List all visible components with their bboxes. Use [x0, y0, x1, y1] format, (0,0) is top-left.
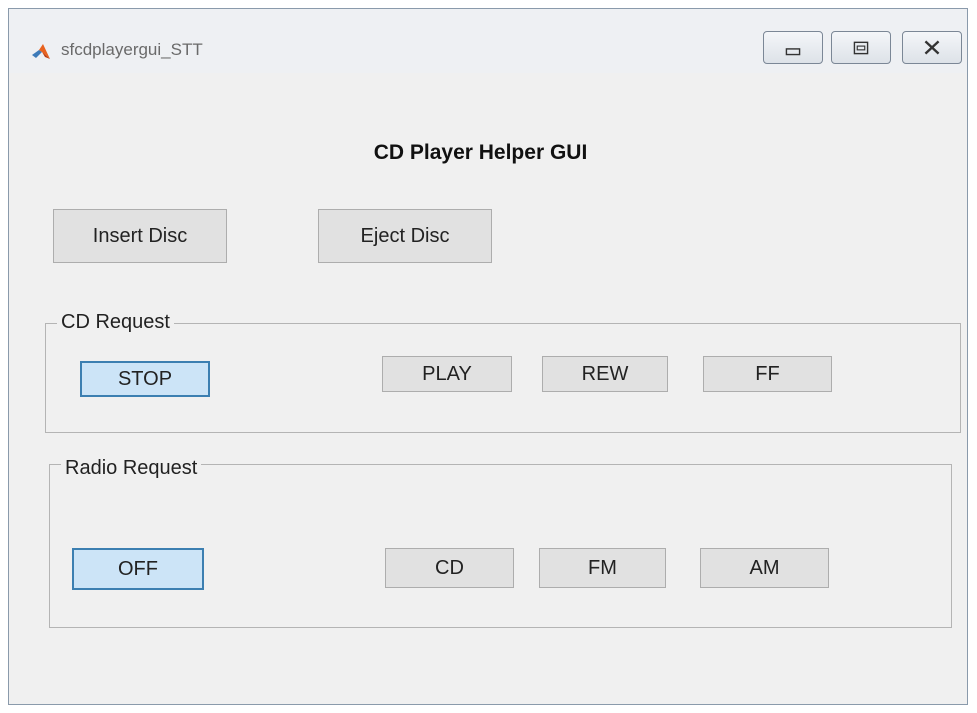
- close-icon: [924, 40, 940, 55]
- maximize-button[interactable]: [831, 31, 891, 64]
- am-button[interactable]: AM: [700, 548, 829, 588]
- radio-request-label: Radio Request: [61, 457, 202, 480]
- cd-source-button[interactable]: CD: [385, 548, 514, 588]
- eject-disc-button[interactable]: Eject Disc: [318, 209, 492, 263]
- close-button[interactable]: [902, 31, 962, 64]
- fm-button[interactable]: FM: [539, 548, 666, 588]
- cd-request-label: CD Request: [57, 311, 174, 334]
- gui-title: CD Player Helper GUI: [373, 141, 588, 164]
- restore-icon: [853, 41, 869, 55]
- stop-button[interactable]: STOP: [80, 361, 210, 397]
- window-title: sfcdplayergui_STT: [61, 40, 203, 59]
- minimize-icon: [785, 48, 801, 56]
- insert-disc-button[interactable]: Insert Disc: [53, 209, 227, 263]
- play-button[interactable]: PLAY: [382, 356, 512, 392]
- minimize-button[interactable]: [763, 31, 823, 64]
- fast-forward-button[interactable]: FF: [703, 356, 832, 392]
- matlab-logo-icon: [31, 42, 51, 62]
- app-window: sfcdplayergui_STT CD Player Helper GUI I…: [8, 8, 968, 705]
- rewind-button[interactable]: REW: [542, 356, 668, 392]
- title-bar: sfcdplayergui_STT: [9, 9, 967, 73]
- radio-request-panel: [49, 464, 952, 628]
- off-button[interactable]: OFF: [72, 548, 204, 590]
